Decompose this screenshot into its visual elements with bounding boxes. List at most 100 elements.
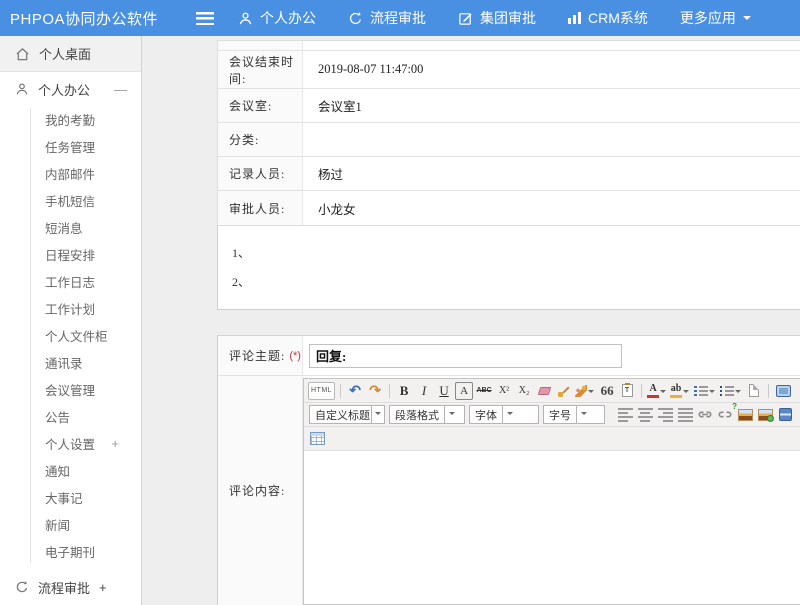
sidebar-group-label: 个人办公: [38, 80, 90, 99]
ordered-list-icon[interactable]: [693, 382, 717, 400]
align-left-icon[interactable]: [616, 406, 634, 424]
nav-workflow-approval[interactable]: 流程审批: [348, 8, 426, 28]
align-right-icon[interactable]: [656, 406, 674, 424]
comment-table: 评论主题: (*) 评论内容: HTML: [217, 335, 800, 605]
table-icon[interactable]: [308, 430, 326, 448]
table-row-partial: [218, 41, 800, 51]
source-code-button[interactable]: HTML: [308, 382, 335, 400]
nav-label: 集团审批: [480, 8, 536, 28]
sidebar-item-events[interactable]: 大事记: [0, 484, 141, 511]
font-size-select[interactable]: 字号: [543, 405, 605, 424]
align-center-icon[interactable]: [636, 406, 654, 424]
sidebar-item-label: 大事记: [45, 488, 83, 507]
highlight-button[interactable]: ab: [670, 382, 691, 400]
bold-button[interactable]: B: [395, 382, 413, 400]
caret-down-icon: [507, 412, 513, 418]
sidebar-group-workflow-approval[interactable]: 流程审批 +: [0, 571, 141, 603]
sidebar-item-attendance[interactable]: 我的考勤: [0, 106, 141, 133]
italic-button[interactable]: I: [415, 382, 433, 400]
media-icon[interactable]: [776, 406, 794, 424]
nav-more-apps[interactable]: 更多应用: [680, 8, 751, 28]
field-value: [303, 123, 800, 156]
hamburger-icon[interactable]: [196, 12, 214, 25]
comment-subject-input[interactable]: [309, 344, 622, 368]
field-label: 分类:: [218, 123, 303, 156]
sidebar-item-e-journal[interactable]: 电子期刊: [0, 538, 141, 565]
subscript-button[interactable]: X₂: [515, 382, 533, 400]
sidebar-item-label: 手机短信: [45, 191, 95, 210]
underline-button[interactable]: U: [435, 382, 453, 400]
field-value: 杨过: [303, 157, 800, 190]
meeting-content-box: 1、 2、: [217, 225, 800, 310]
table-row-meeting-room: 会议室: 会议室1: [218, 89, 800, 123]
redo-icon[interactable]: ↷: [366, 382, 384, 400]
expand-icon[interactable]: +: [111, 436, 119, 451]
user-icon: [15, 82, 29, 96]
fullscreen-icon[interactable]: [774, 382, 792, 400]
sidebar-group-personal-office[interactable]: 个人办公 —: [0, 72, 141, 106]
sidebar-item-contacts[interactable]: 通讯录: [0, 349, 141, 376]
sidebar-item-news[interactable]: 新闻: [0, 511, 141, 538]
sidebar-item-label: 新闻: [45, 515, 70, 534]
sidebar-group-label: 流程审批: [38, 578, 90, 597]
undo-icon[interactable]: ↶: [346, 382, 364, 400]
remove-format-button[interactable]: A: [455, 382, 473, 400]
caret-down-icon: [743, 16, 751, 24]
edit-icon: [458, 11, 473, 26]
field-label: 评论主题:: [229, 347, 285, 364]
format-brush-icon[interactable]: [575, 382, 596, 400]
clean-icon[interactable]: [555, 382, 573, 400]
top-navigation: 个人办公 流程审批 集团审批 CRM系统 更多应用: [238, 8, 783, 28]
sidebar-item-file-cabinet[interactable]: 个人文件柜: [0, 322, 141, 349]
blockquote-button[interactable]: 66: [598, 382, 616, 400]
align-justify-icon[interactable]: [676, 406, 694, 424]
sidebar-item-label: 通知: [45, 461, 70, 480]
sidebar-item-label: 我的考勤: [45, 110, 95, 129]
caret-down-icon: [735, 390, 741, 396]
paragraph-format-select[interactable]: 段落格式: [389, 405, 465, 424]
heading-select[interactable]: 自定义标题: [309, 405, 385, 424]
sidebar-item-announcement[interactable]: 公告: [0, 403, 141, 430]
sidebar-item-label: 工作日志: [45, 272, 95, 291]
font-color-button[interactable]: A: [647, 382, 668, 400]
new-page-icon[interactable]: [745, 382, 763, 400]
sidebar-item-internal-mail[interactable]: 内部邮件: [0, 160, 141, 187]
collapse-icon[interactable]: —: [114, 82, 127, 97]
nav-personal-office[interactable]: 个人办公: [238, 8, 316, 28]
sidebar-item-work-log[interactable]: 工作日志: [0, 268, 141, 295]
sidebar-item-label: 个人设置: [45, 434, 95, 453]
required-mark: (*): [289, 350, 301, 362]
superscript-button[interactable]: X²: [495, 382, 513, 400]
image-icon[interactable]: [736, 406, 754, 424]
nav-crm[interactable]: CRM系统: [568, 8, 648, 28]
sidebar-item-work-plan[interactable]: 工作计划: [0, 295, 141, 322]
eraser-icon[interactable]: [535, 382, 553, 400]
paste-icon[interactable]: T: [618, 382, 636, 400]
sidebar-item-personal-settings[interactable]: 个人设置 +: [0, 430, 141, 457]
app-logo[interactable]: PHPOA协同办公软件: [0, 8, 182, 29]
nav-label: 更多应用: [680, 8, 736, 28]
font-family-select[interactable]: 字体: [469, 405, 539, 424]
expand-icon[interactable]: +: [99, 580, 107, 595]
sidebar-item-notice[interactable]: 通知: [0, 457, 141, 484]
nav-group-approval[interactable]: 集团审批: [458, 8, 536, 28]
sidebar-item-desktop[interactable]: 个人桌面: [0, 36, 141, 72]
sidebar-item-label: 公告: [45, 407, 70, 426]
sidebar-item-meeting-management[interactable]: 会议管理: [0, 376, 141, 403]
editor-content[interactable]: [304, 451, 800, 604]
sidebar-item-tasks[interactable]: 任务管理: [0, 133, 141, 160]
unordered-list-icon[interactable]: [719, 382, 743, 400]
strikethrough-button[interactable]: ABC: [475, 382, 493, 400]
sidebar-item-sms[interactable]: 手机短信: [0, 187, 141, 214]
editor-toolbar-row-3: [304, 427, 800, 451]
home-icon: [15, 47, 30, 61]
editor-toolbar-row-1: HTML ↶ ↷ B I U A ABC X²: [304, 379, 800, 403]
field-value: 小龙女: [303, 191, 800, 225]
caret-down-icon: [449, 412, 455, 418]
caret-down-icon: [683, 390, 689, 396]
unlink-icon[interactable]: ?: [716, 406, 734, 424]
link-icon[interactable]: [696, 406, 714, 424]
image-upload-icon[interactable]: [756, 406, 774, 424]
sidebar-item-short-message[interactable]: 短消息: [0, 214, 141, 241]
sidebar-item-schedule[interactable]: 日程安排: [0, 241, 141, 268]
